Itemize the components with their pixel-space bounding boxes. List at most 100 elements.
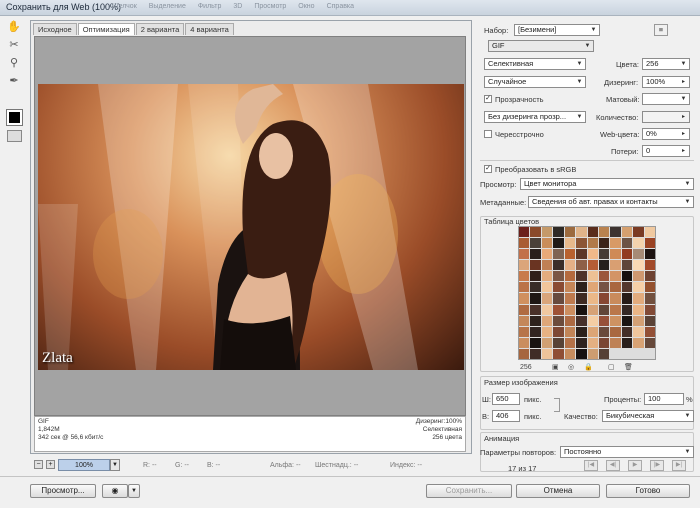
color-swatch[interactable]	[610, 282, 621, 293]
zoom-tool-icon[interactable]: ⚲	[6, 56, 22, 70]
color-swatch[interactable]	[530, 348, 541, 359]
color-swatch[interactable]	[576, 315, 587, 326]
color-swatch[interactable]	[576, 249, 587, 260]
zoom-in-button[interactable]: +	[46, 460, 55, 469]
color-swatch[interactable]	[530, 227, 541, 238]
done-button[interactable]: Готово	[606, 484, 690, 498]
panel-menu-icon[interactable]: ≡	[654, 24, 668, 36]
color-swatch[interactable]	[576, 260, 587, 271]
percent-field[interactable]: 100	[644, 393, 684, 405]
color-swatch[interactable]	[621, 271, 633, 282]
color-swatch[interactable]	[644, 304, 655, 315]
color-swatch[interactable]	[587, 249, 598, 260]
color-swatch[interactable]	[553, 337, 564, 348]
transparency-dither-dropdown[interactable]: Без дизеринга прозр... ▼	[484, 111, 586, 123]
color-table[interactable]	[518, 226, 656, 360]
save-button[interactable]: Сохранить...	[426, 484, 512, 498]
color-swatch[interactable]	[633, 260, 644, 271]
color-swatch[interactable]	[519, 249, 530, 260]
color-swatch[interactable]	[553, 282, 564, 293]
loop-dropdown[interactable]: Постоянно ▼	[560, 446, 694, 458]
color-swatch[interactable]	[644, 238, 655, 249]
tab-original[interactable]: Исходное	[33, 23, 77, 35]
color-swatch[interactable]	[576, 271, 587, 282]
dither-field[interactable]: 100% ▸	[642, 76, 690, 88]
color-swatch[interactable]	[576, 227, 587, 238]
zoom-field[interactable]: 100%	[58, 459, 110, 471]
color-swatch[interactable]	[530, 271, 541, 282]
color-swatch[interactable]	[587, 260, 598, 271]
amount-field[interactable]: ▸	[642, 111, 690, 123]
color-swatch[interactable]	[541, 304, 553, 315]
new-color-icon[interactable]: ▢	[608, 363, 615, 371]
matte-dropdown[interactable]: ▼	[642, 93, 690, 105]
color-swatch[interactable]	[587, 293, 598, 304]
format-dropdown[interactable]: GIF ▼	[488, 40, 594, 52]
tab-2up[interactable]: 2 варианта	[135, 23, 185, 35]
eyedropper-color-swatch[interactable]	[6, 109, 23, 126]
color-swatch[interactable]	[621, 282, 633, 293]
color-swatch[interactable]	[564, 293, 576, 304]
chevron-down-icon[interactable]: ▼	[128, 484, 140, 498]
color-swatch[interactable]	[564, 326, 576, 337]
color-swatch[interactable]	[564, 315, 576, 326]
color-swatch[interactable]	[610, 271, 621, 282]
color-swatch[interactable]	[541, 337, 553, 348]
color-swatch[interactable]	[621, 227, 633, 238]
color-swatch[interactable]	[633, 293, 644, 304]
color-swatch[interactable]	[519, 315, 530, 326]
color-swatch[interactable]	[541, 293, 553, 304]
color-swatch[interactable]	[519, 293, 530, 304]
map-transparent-icon[interactable]: ▣	[552, 363, 559, 371]
color-swatch[interactable]	[598, 260, 610, 271]
color-swatch[interactable]	[530, 282, 541, 293]
color-swatch[interactable]	[587, 326, 598, 337]
color-swatch[interactable]	[610, 260, 621, 271]
color-swatch[interactable]	[644, 315, 655, 326]
color-swatch[interactable]	[598, 282, 610, 293]
color-swatch[interactable]	[541, 348, 553, 359]
color-swatch[interactable]	[621, 315, 633, 326]
color-swatch[interactable]	[610, 304, 621, 315]
color-swatch[interactable]	[553, 348, 564, 359]
color-swatch[interactable]	[553, 304, 564, 315]
height-field[interactable]: 406	[492, 410, 520, 422]
color-swatch[interactable]	[587, 304, 598, 315]
color-swatch[interactable]	[598, 326, 610, 337]
color-swatch[interactable]	[576, 326, 587, 337]
color-swatch[interactable]	[553, 293, 564, 304]
color-swatch[interactable]	[610, 326, 621, 337]
color-swatch[interactable]	[633, 249, 644, 260]
color-swatch[interactable]	[576, 238, 587, 249]
color-swatch[interactable]	[644, 337, 655, 348]
color-swatch[interactable]	[541, 271, 553, 282]
color-swatch[interactable]	[587, 315, 598, 326]
color-swatch[interactable]	[530, 238, 541, 249]
color-swatch[interactable]	[541, 260, 553, 271]
color-swatch[interactable]	[633, 337, 644, 348]
color-swatch[interactable]	[519, 271, 530, 282]
color-swatch[interactable]	[598, 249, 610, 260]
color-swatch[interactable]	[621, 293, 633, 304]
color-swatch[interactable]	[553, 227, 564, 238]
srgb-checkbox[interactable]: ✓	[484, 165, 492, 173]
color-swatch[interactable]	[576, 282, 587, 293]
color-swatch[interactable]	[621, 326, 633, 337]
color-swatch[interactable]	[576, 293, 587, 304]
color-swatch[interactable]	[633, 271, 644, 282]
hand-tool-icon[interactable]: ✋	[6, 20, 22, 34]
color-swatch[interactable]	[644, 249, 655, 260]
dither-algorithm-dropdown[interactable]: Случайное ▼	[484, 76, 586, 88]
interlaced-checkbox[interactable]	[484, 130, 492, 138]
color-swatch[interactable]	[519, 282, 530, 293]
slice-select-tool-icon[interactable]: ✂	[6, 38, 22, 52]
color-swatch[interactable]	[541, 249, 553, 260]
color-swatch[interactable]	[530, 260, 541, 271]
color-swatch[interactable]	[621, 304, 633, 315]
reduction-dropdown[interactable]: Селективная ▼	[484, 58, 586, 70]
color-swatch[interactable]	[541, 227, 553, 238]
color-swatch[interactable]	[633, 227, 644, 238]
color-swatch[interactable]	[621, 260, 633, 271]
color-swatch[interactable]	[598, 315, 610, 326]
color-swatch[interactable]	[564, 348, 576, 359]
